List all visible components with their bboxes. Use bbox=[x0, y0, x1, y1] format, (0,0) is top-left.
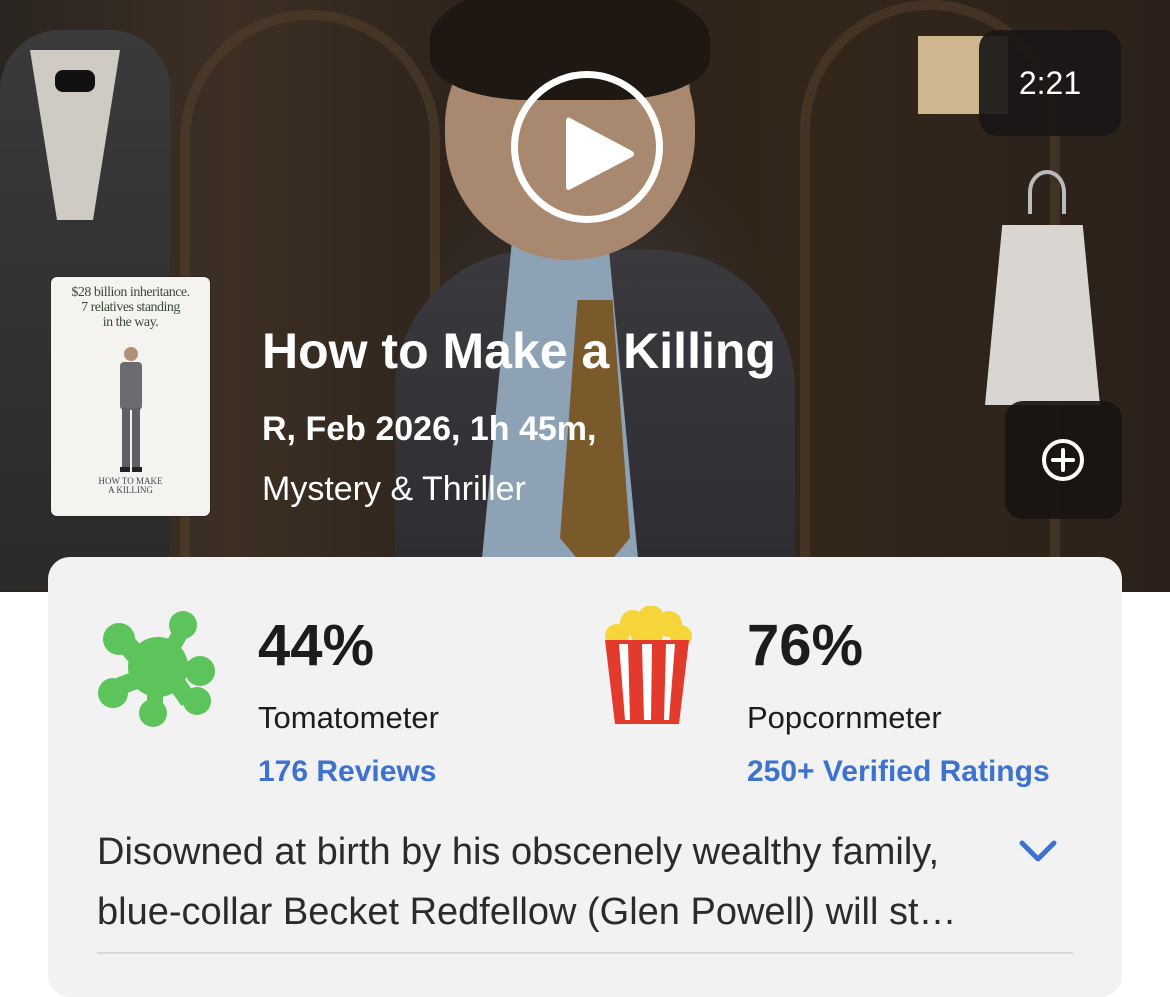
tomatometer-reviews-link[interactable]: 176 Reviews bbox=[258, 755, 558, 789]
trailer-duration: 2:21 bbox=[979, 30, 1121, 136]
play-trailer-button[interactable] bbox=[511, 71, 663, 223]
tomatometer-score: 44% bbox=[258, 613, 375, 678]
popcornmeter-ratings-link[interactable]: 250+ Verified Ratings bbox=[747, 755, 1062, 789]
plus-circle-icon bbox=[1042, 439, 1084, 481]
synopsis-text: Disowned at birth by his obscenely wealt… bbox=[97, 831, 961, 933]
backdrop-hanger bbox=[1028, 170, 1066, 214]
popcorn-icon bbox=[605, 606, 692, 724]
backdrop-shirt bbox=[985, 225, 1100, 405]
poster-figure bbox=[120, 347, 142, 472]
movie-genre: Mystery & Thriller bbox=[262, 470, 526, 508]
poster-title: HOW TO MAKE A KILLING bbox=[98, 476, 163, 495]
splat-icon bbox=[98, 611, 215, 727]
play-icon bbox=[566, 117, 634, 190]
movie-title: How to Make a Killing bbox=[262, 323, 776, 379]
movie-poster[interactable]: $28 billion inheritance. 7 relatives sta… bbox=[51, 277, 210, 516]
popcornmeter-label: Popcornmeter bbox=[747, 700, 942, 735]
movie-meta: R, Feb 2026, 1h 45m, bbox=[262, 410, 597, 448]
add-to-watchlist-button[interactable] bbox=[1005, 401, 1122, 519]
poster-tagline: $28 billion inheritance. 7 relatives sta… bbox=[71, 285, 190, 330]
chevron-down-icon[interactable] bbox=[1018, 838, 1058, 864]
divider bbox=[97, 952, 1073, 954]
tomatometer-label: Tomatometer bbox=[258, 700, 439, 735]
popcornmeter-score: 76% bbox=[747, 613, 864, 678]
